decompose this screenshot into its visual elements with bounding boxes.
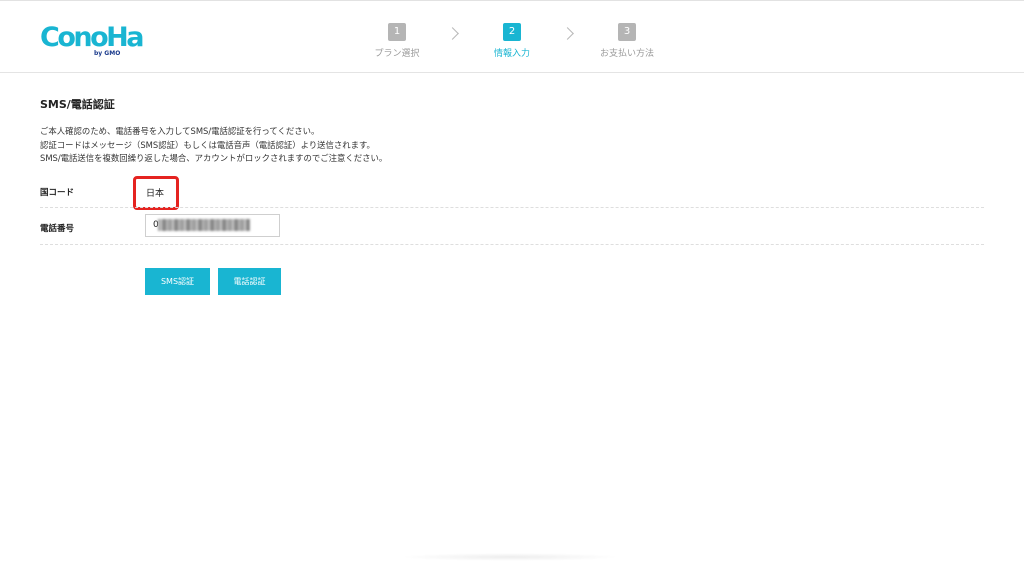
step-label: お支払い方法 [599,49,654,59]
conoha-logo[interactable]: ConoHa by GMO [40,22,144,58]
voice-auth-button[interactable]: 電話認証 [218,268,281,295]
step-label: 情報入力 [493,49,530,59]
header: ConoHa by GMO 1 プラン選択 2 情報入力 3 お支払い方法 [0,1,1024,73]
step-number: 3 [618,23,636,41]
highlight-annotation [133,176,179,210]
description-line: 認証コードはメッセージ（SMS認証）もしくは電話音声（電話認証）より送信されます… [40,139,375,150]
step-info-input: 2 情報入力 [457,19,567,59]
section-title: SMS/電話認証 [40,98,115,111]
phone-number-label: 電話番号 [40,224,75,234]
row-divider [40,244,984,245]
step-plan-selection: 1 プラン選択 [342,19,452,59]
section-description: ご本人確認のため、電話番号を入力してSMS/電話認証を行ってください。 認証コー… [40,125,387,166]
step-label: プラン選択 [374,49,420,59]
sms-auth-button[interactable]: SMS認証 [145,268,210,295]
logo-wordmark: ConoHa [40,22,144,53]
country-code-label: 国コード [40,188,75,198]
step-payment-method: 3 お支払い方法 [572,19,682,59]
redacted-phone-number [158,219,250,231]
bottom-shadow [400,553,620,561]
step-number: 2 [503,23,521,41]
logo-sub: by GMO [94,50,121,57]
step-number: 1 [388,23,406,41]
row-divider [40,207,984,208]
description-line: SMS/電話送信を複数回繰り返した場合、アカウントがロックされますのでご注意くだ… [40,153,388,163]
description-line: ご本人確認のため、電話番号を入力してSMS/電話認証を行ってください。 [40,126,320,136]
